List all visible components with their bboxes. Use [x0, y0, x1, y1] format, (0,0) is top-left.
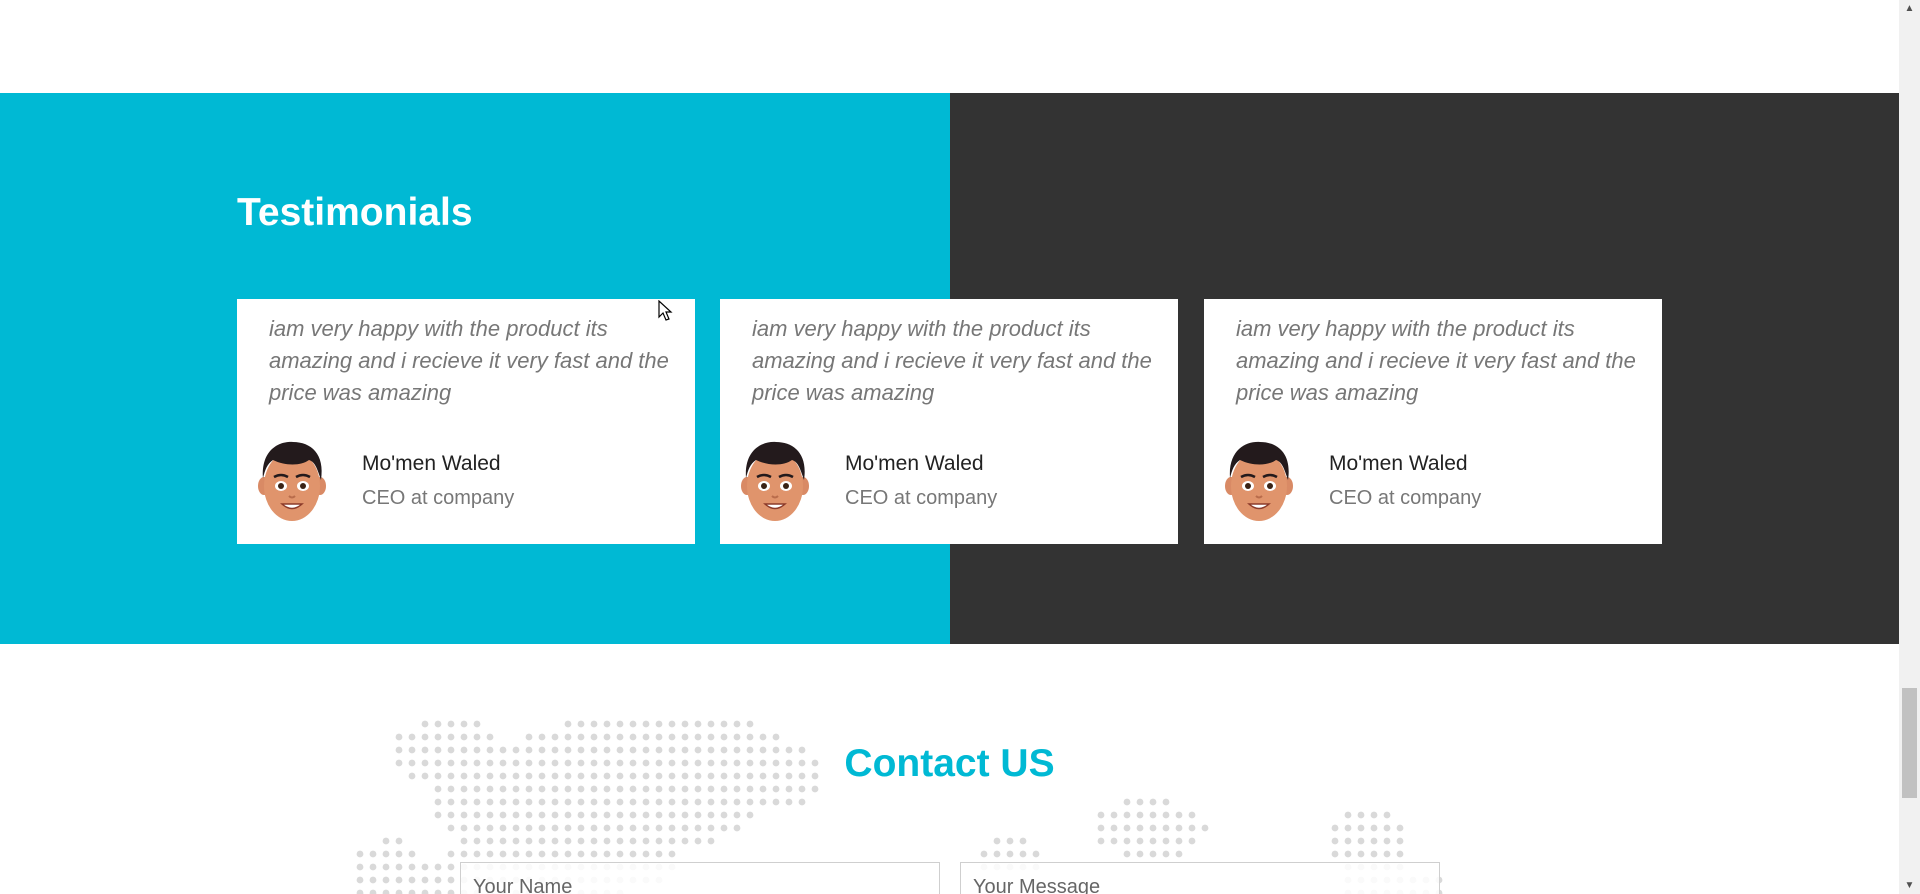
- testimonial-card: iam very happy with the product its amaz…: [237, 299, 695, 544]
- testimonial-author-role: CEO at company: [845, 487, 998, 509]
- person-avatar-icon: [741, 441, 809, 521]
- testimonial-card: iam very happy with the product its amaz…: [720, 299, 1178, 544]
- testimonial-quote: iam very happy with the product its amaz…: [1236, 316, 1636, 405]
- person-avatar-icon: [258, 441, 326, 521]
- testimonial-quote: iam very happy with the product its amaz…: [752, 316, 1152, 405]
- testimonial-author-name: Mo'men Waled: [362, 452, 501, 475]
- contact-title: Contact US: [844, 742, 1055, 785]
- testimonials-title: Testimonials: [237, 191, 473, 234]
- testimonial-card: iam very happy with the product its amaz…: [1204, 299, 1662, 544]
- testimonial-author-name: Mo'men Waled: [1329, 452, 1468, 475]
- scroll-up-arrow-icon[interactable]: ▲: [1899, 0, 1920, 17]
- person-avatar-icon: [1225, 441, 1293, 521]
- mouse-cursor-icon: [658, 300, 673, 321]
- testimonial-author-role: CEO at company: [1329, 487, 1482, 509]
- name-input[interactable]: [460, 862, 940, 894]
- message-input[interactable]: [960, 862, 1440, 894]
- page: Testimonials iam very happy with the pro…: [0, 0, 1899, 894]
- testimonial-author-role: CEO at company: [362, 487, 515, 509]
- scrollbar-thumb[interactable]: [1902, 688, 1917, 798]
- testimonials-section: Testimonials iam very happy with the pro…: [0, 93, 1899, 644]
- testimonial-quote: iam very happy with the product its amaz…: [269, 316, 669, 405]
- testimonial-author-name: Mo'men Waled: [845, 452, 984, 475]
- contact-section: Contact US: [0, 644, 1899, 894]
- scroll-down-arrow-icon[interactable]: ▼: [1899, 877, 1920, 894]
- vertical-scrollbar[interactable]: ▲ ▼: [1899, 0, 1920, 894]
